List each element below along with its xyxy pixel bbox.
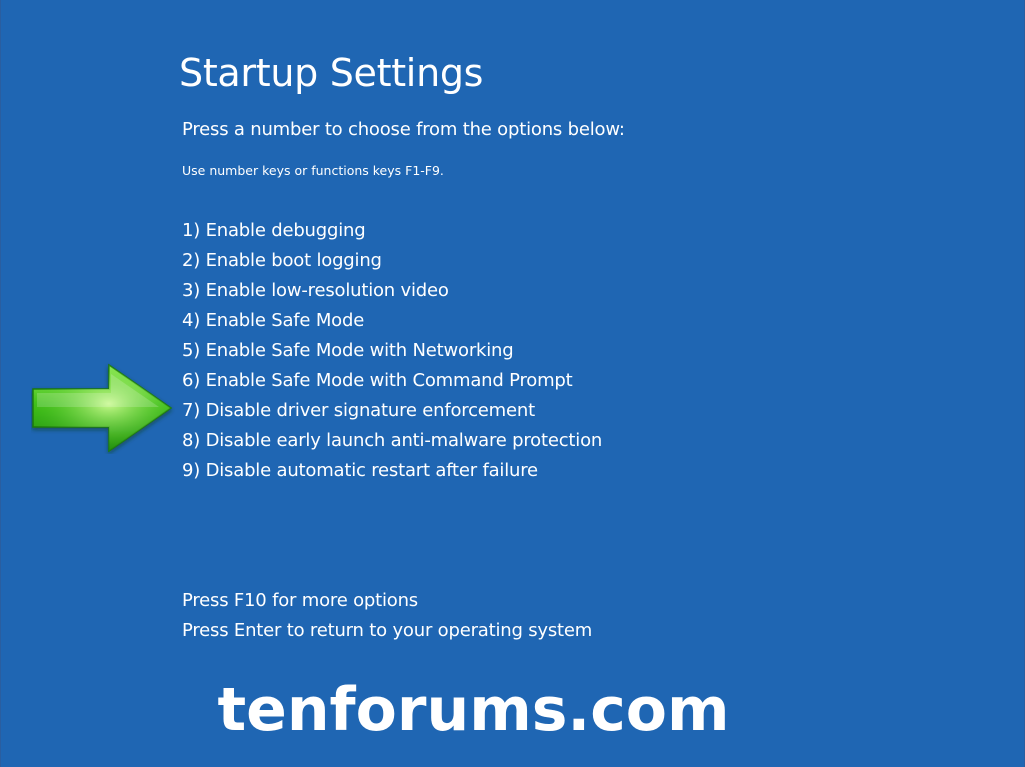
watermark-label: tenforums.com xyxy=(217,675,730,745)
option-disable-driver-signature-enforcement[interactable]: 7) Disable driver signature enforcement xyxy=(182,396,602,426)
more-options-prompt[interactable]: Press F10 for more options xyxy=(182,586,592,616)
green-arrow-icon xyxy=(32,363,173,453)
option-enable-safe-mode[interactable]: 4) Enable Safe Mode xyxy=(182,306,602,336)
option-safe-mode-command-prompt[interactable]: 6) Enable Safe Mode with Command Prompt xyxy=(182,366,602,396)
watermark-text: tenforums.com xyxy=(1,670,946,750)
keys-hint-text: Use number keys or functions keys F1-F9. xyxy=(182,163,444,178)
option-enable-debugging[interactable]: 1) Enable debugging xyxy=(182,216,602,246)
option-enable-low-resolution-video[interactable]: 3) Enable low-resolution video xyxy=(182,276,602,306)
page-title: Startup Settings xyxy=(179,51,484,95)
startup-settings-screen: Startup Settings Press a number to choos… xyxy=(0,0,1025,767)
option-disable-early-launch-antimalware[interactable]: 8) Disable early launch anti-malware pro… xyxy=(182,426,602,456)
instructions-text: Press a number to choose from the option… xyxy=(182,119,625,140)
option-disable-automatic-restart[interactable]: 9) Disable automatic restart after failu… xyxy=(182,456,602,486)
footer-options: Press F10 for more options Press Enter t… xyxy=(182,586,592,646)
option-enable-boot-logging[interactable]: 2) Enable boot logging xyxy=(182,246,602,276)
return-to-os-prompt[interactable]: Press Enter to return to your operating … xyxy=(182,616,592,646)
option-safe-mode-networking[interactable]: 5) Enable Safe Mode with Networking xyxy=(182,336,602,366)
startup-options-list: 1) Enable debugging 2) Enable boot loggi… xyxy=(182,216,602,486)
